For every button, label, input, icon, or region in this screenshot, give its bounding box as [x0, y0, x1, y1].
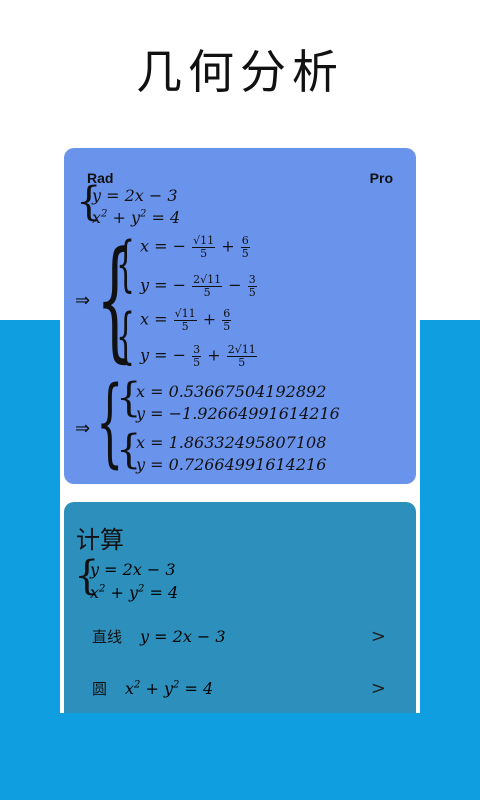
solution-2-brace: { — [116, 301, 136, 371]
implies-arrow-decimal: ⇒ — [75, 418, 91, 439]
exact-s1-x: x = − √11 5 + 65 — [140, 234, 250, 260]
line-equation: y = 2x − 3 — [140, 626, 226, 646]
decimal-s1-y: y = −1.92664991614216 — [136, 404, 340, 423]
hero-title: 几何分析 — [136, 45, 344, 99]
system-line-1: y = 2x − 3 — [92, 186, 178, 205]
list-item-circle[interactable]: 圆 x2 + y2 = 4 > — [64, 668, 416, 708]
solution-1-brace: { — [116, 229, 136, 299]
exact-s2-y: y = − 35 + 2√11 5 — [140, 343, 257, 369]
calc-system-line-1: y = 2x − 3 — [90, 560, 176, 579]
exact-s2-x: x = √11 5 + 65 — [140, 307, 232, 333]
line-label: 直线 — [92, 627, 123, 646]
implies-arrow: ⇒ — [75, 290, 91, 311]
circle-label: 圆 — [92, 679, 108, 698]
decimal-s2-y: y = 0.72664991614216 — [136, 455, 327, 474]
chevron-right-icon: > — [370, 677, 386, 699]
app-screen: Rad Pro { y = 2x − 3 x2 + y2 = 4 ⇒ { { x… — [60, 140, 420, 713]
calc-system-line-2: x2 + y2 = 4 — [90, 583, 179, 602]
calculation-card: 计算 { y = 2x − 3 x2 + y2 = 4 直线 y = 2x − … — [64, 502, 416, 713]
pro-button[interactable]: Pro — [370, 170, 393, 186]
exact-s1-y: y = − 2√11 5 − 35 — [140, 273, 257, 299]
calculation-title: 计算 — [76, 526, 124, 554]
decimal-s2-x: x = 1.86332495807108 — [136, 433, 327, 452]
chevron-right-icon: > — [370, 625, 386, 647]
circle-equation: x2 + y2 = 4 — [125, 678, 214, 698]
result-card: Rad Pro { y = 2x − 3 x2 + y2 = 4 ⇒ { { x… — [64, 148, 416, 484]
list-item-line[interactable]: 直线 y = 2x − 3 > — [64, 616, 416, 656]
decimal-s1-x: x = 0.53667504192892 — [136, 382, 327, 401]
